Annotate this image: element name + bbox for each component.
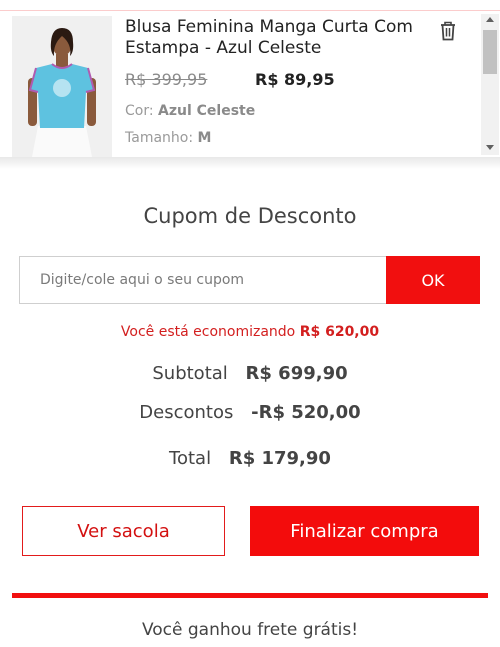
discount-label: Descontos bbox=[139, 402, 234, 423]
section-divider bbox=[0, 157, 500, 169]
coupon-title: Cupom de Desconto bbox=[143, 204, 357, 228]
subtotal-row: Subtotal R$ 699,90 bbox=[0, 363, 500, 384]
discount-value: -R$ 520,00 bbox=[251, 402, 361, 423]
product-color: Cor: Azul Celeste bbox=[125, 103, 255, 119]
apply-coupon-button[interactable]: OK bbox=[386, 256, 480, 304]
free-shipping-progress-bar bbox=[12, 593, 488, 598]
total-label: Total bbox=[169, 448, 212, 469]
subtotal-value: R$ 699,90 bbox=[245, 363, 348, 384]
total-row: Total R$ 179,90 bbox=[0, 448, 500, 469]
size-value: M bbox=[197, 130, 212, 146]
trash-icon[interactable] bbox=[438, 20, 458, 42]
scrollbar[interactable] bbox=[481, 14, 499, 155]
savings-message: Você está economizando R$ 620,00 bbox=[0, 324, 500, 340]
old-price: R$ 399,95 bbox=[125, 70, 208, 89]
cart-item: Blusa Feminina Manga Curta Com Estampa -… bbox=[0, 12, 500, 157]
savings-text: Você está economizando bbox=[120, 324, 296, 340]
checkout-button[interactable]: Finalizar compra bbox=[250, 506, 479, 556]
scroll-down-arrow-icon[interactable] bbox=[486, 145, 494, 150]
free-shipping-message: Você ganhou frete grátis! bbox=[141, 620, 359, 640]
color-value: Azul Celeste bbox=[158, 103, 256, 119]
discount-row: Descontos -R$ 520,00 bbox=[0, 402, 500, 423]
view-bag-button[interactable]: Ver sacola bbox=[22, 506, 225, 556]
scroll-up-arrow-icon[interactable] bbox=[486, 17, 494, 22]
color-label: Cor: bbox=[125, 103, 154, 119]
subtotal-label: Subtotal bbox=[152, 363, 228, 384]
product-image[interactable] bbox=[12, 16, 112, 157]
coupon-input[interactable] bbox=[19, 256, 386, 304]
product-size: Tamanho: M bbox=[125, 130, 211, 146]
current-price: R$ 89,95 bbox=[255, 70, 335, 89]
total-value: R$ 179,90 bbox=[228, 448, 331, 469]
top-divider bbox=[0, 10, 500, 11]
savings-amount: R$ 620,00 bbox=[299, 324, 380, 340]
progress-fill bbox=[12, 593, 488, 598]
scroll-thumb[interactable] bbox=[483, 30, 497, 74]
size-label: Tamanho: bbox=[125, 130, 194, 146]
product-title[interactable]: Blusa Feminina Manga Curta Com Estampa -… bbox=[125, 17, 425, 59]
